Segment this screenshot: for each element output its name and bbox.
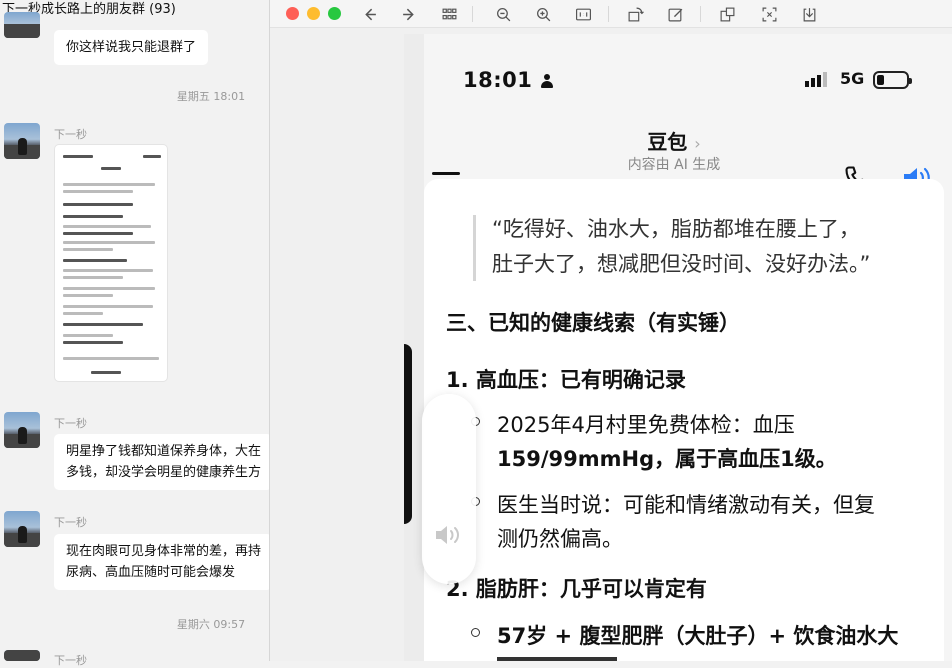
time-divider: 星期五 18:01 — [176, 90, 246, 103]
bullet-text: 医生当时说：可能和情绪激动有关，但复 — [497, 493, 875, 517]
message-bubble[interactable]: 现在肉眼可见身体非常的差，再持 尿病、高血压随时可能会爆发 — [54, 534, 272, 590]
translate-icon[interactable] — [758, 3, 780, 25]
status-bar: 18:01 5G — [404, 34, 952, 120]
time-divider: 星期六 09:57 — [176, 618, 246, 631]
sender-name: 下一秒 — [54, 128, 87, 141]
volume-slider[interactable] — [422, 394, 476, 584]
battery-icon — [873, 71, 912, 89]
avatar[interactable] — [4, 412, 40, 448]
avatar[interactable] — [4, 511, 40, 547]
bullet-text: 57岁 + 腹型肥胖（大肚子）+ 饮食油水大 — [497, 624, 899, 648]
ocr-icon[interactable] — [716, 3, 738, 25]
volume-icon — [436, 526, 459, 544]
image-viewer-window: 18:01 5G 豆包 › 内容由 AI 生成 “吃得好、油水大，脂肪都堆在腰上… — [269, 0, 952, 661]
phone-bezel — [404, 344, 412, 524]
bullet-text: 测仍然偏高。 — [497, 527, 623, 551]
grid-icon[interactable] — [438, 3, 460, 25]
quote-line: “吃得好、油水大，脂肪都堆在腰上了， — [492, 217, 860, 241]
item-heading: 2. 脂肪肝：几乎可以肯定有 — [446, 577, 707, 601]
download-icon[interactable] — [798, 3, 820, 25]
network-label: 5G — [840, 69, 865, 88]
person-icon — [540, 74, 554, 88]
quote-line: 肚子大了，想减肥但没时间、没好办法。” — [492, 252, 871, 276]
bullet-text: 2025年4月村里免费体检：血压 — [497, 413, 795, 437]
zoom-in-icon[interactable] — [532, 3, 554, 25]
zoom-out-icon[interactable] — [492, 3, 514, 25]
bullet-icon — [471, 628, 480, 637]
message-line: 明星挣了钱都知道保养身体，大在 — [66, 444, 262, 459]
avatar[interactable] — [4, 650, 40, 661]
sender-name: 下一秒 — [54, 417, 87, 430]
message-line: 现在肉眼可见身体非常的差，再持 — [66, 544, 262, 559]
zoom-window-button[interactable] — [328, 7, 341, 20]
viewer-toolbar — [270, 0, 952, 28]
message-bubble[interactable]: 明星挣了钱都知道保养身体，大在 多钱，却没学会明星的健康养生方 — [54, 434, 272, 490]
sender-name: 下一秒 — [54, 654, 87, 667]
close-window-button[interactable] — [286, 7, 299, 20]
item-heading: 1. 高血压：已有明确记录 — [446, 368, 686, 392]
bullet-text: 159/99mmHg，属于高血压1级。 — [497, 447, 837, 471]
image-message-thumbnail[interactable] — [54, 144, 168, 382]
minimize-window-button[interactable] — [307, 7, 320, 20]
app-title[interactable]: 豆包 › — [554, 126, 794, 155]
forward-icon[interactable] — [398, 3, 420, 25]
phone-screenshot: 18:01 5G 豆包 › 内容由 AI 生成 “吃得好、油水大，脂肪都堆在腰上… — [404, 34, 952, 661]
avatar[interactable] — [4, 12, 40, 38]
section-heading: 三、已知的健康线索（有实锤） — [446, 311, 740, 335]
back-icon[interactable] — [358, 3, 380, 25]
chat-panel: 下一秒成长路上的朋友群 (93) 你这样说我只能退群了 星期五 18:01 下一… — [0, 0, 272, 667]
actual-size-icon[interactable] — [572, 3, 594, 25]
signal-icon — [805, 72, 827, 87]
chevron-right-icon: › — [694, 134, 701, 153]
image-canvas: 18:01 5G 豆包 › 内容由 AI 生成 “吃得好、油水大，脂肪都堆在腰上… — [270, 28, 952, 661]
message-bubble[interactable]: 你这样说我只能退群了 — [54, 30, 209, 65]
sender-name: 下一秒 — [54, 516, 87, 529]
app-subtitle: 内容由 AI 生成 — [627, 157, 721, 173]
quote-bar — [473, 215, 476, 281]
rotate-icon[interactable] — [624, 3, 646, 25]
avatar[interactable] — [4, 123, 40, 159]
message-line: 尿病、高血压随时可能会爆发 — [66, 565, 236, 580]
status-time: 18:01 — [463, 68, 554, 92]
message-line: 多钱，却没学会明星的健康养生方 — [66, 465, 262, 480]
chat-response-content: “吃得好、油水大，脂肪都堆在腰上了， 肚子大了，想减肥但没时间、没好办法。” 三… — [424, 179, 944, 661]
markup-icon[interactable] — [664, 3, 686, 25]
